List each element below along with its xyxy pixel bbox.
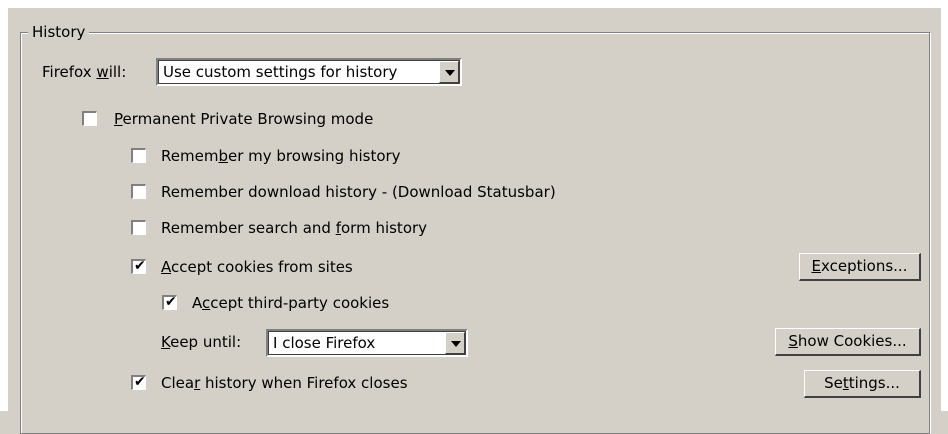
accept-third-party-checkbox[interactable]: ✔ — [162, 294, 177, 310]
chevron-down-icon — [451, 341, 461, 347]
accept-cookies-label[interactable]: Accept cookies from sites — [161, 257, 353, 277]
keep-until-value: I close Firefox — [273, 334, 376, 352]
clear-history-label[interactable]: Clear history when Firefox closes — [161, 373, 408, 393]
exceptions-button[interactable]: Exceptions... — [799, 253, 921, 281]
history-group-label: History — [28, 22, 90, 42]
remember-search-checkbox[interactable] — [131, 220, 146, 235]
keep-until-dropdown-button[interactable] — [445, 332, 465, 354]
top-edge — [0, 0, 948, 8]
firefox-will-select[interactable]: Use custom settings for history — [156, 58, 462, 86]
checkmark-icon: ✔ — [134, 374, 146, 390]
accept-cookies-checkbox[interactable]: ✔ — [131, 258, 146, 274]
right-edge — [941, 0, 948, 411]
checkmark-icon: ✔ — [165, 294, 177, 310]
settings-button[interactable]: Settings... — [804, 370, 921, 398]
permanent-private-browsing-label[interactable]: Permanent Private Browsing mode — [114, 109, 373, 129]
accept-third-party-label[interactable]: Accept third-party cookies — [192, 293, 389, 313]
remember-download-checkbox[interactable] — [131, 184, 146, 199]
keep-until-select[interactable]: I close Firefox — [266, 329, 468, 357]
clear-history-checkbox[interactable]: ✔ — [131, 374, 146, 390]
firefox-will-label: Firefox will: — [42, 63, 127, 81]
chevron-down-icon — [445, 70, 455, 76]
left-edge — [0, 0, 8, 411]
remember-search-label[interactable]: Remember search and form history — [161, 218, 427, 238]
history-groupbox — [20, 32, 930, 434]
keep-until-label: Keep until: — [161, 333, 242, 351]
remember-browsing-label[interactable]: Remember my browsing history — [161, 146, 401, 166]
permanent-private-browsing-checkbox[interactable] — [82, 111, 97, 126]
show-cookies-button[interactable]: Show Cookies... — [775, 328, 921, 356]
checkmark-icon: ✔ — [134, 258, 146, 274]
remember-download-label[interactable]: Remember download history - (Download St… — [161, 182, 556, 202]
firefox-will-dropdown-button[interactable] — [439, 61, 459, 83]
remember-browsing-checkbox[interactable] — [131, 148, 146, 163]
firefox-will-value: Use custom settings for history — [163, 63, 398, 81]
